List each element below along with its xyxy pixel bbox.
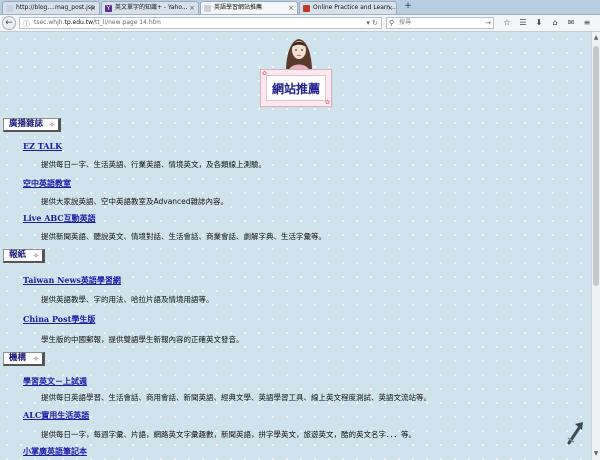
tab-bar: http://blog....mag_post.jsp × Y 英文單字的知識+… xyxy=(0,0,600,15)
new-tab-button[interactable]: + xyxy=(402,0,414,13)
sparkle-icon: ✧ xyxy=(33,354,39,363)
section-label-radio-magazine: 廣播雜誌 ✧ xyxy=(3,118,61,132)
tab-label: Online Practice and Learn... xyxy=(313,4,396,11)
browser-tab-3[interactable]: 英語學習網站推薦 × xyxy=(200,1,298,14)
site-description: 提供每日一字，每週字彙、片語，網路英文字彙趣數，新聞英語，拼字學英文，旅遊英文，… xyxy=(41,430,416,439)
link-taiwan-news[interactable]: Taiwan News英語學習網 xyxy=(23,275,121,286)
sparkle-icon: ✧ xyxy=(33,251,39,260)
browser-tab-2[interactable]: Y 英文單字的知識+ - Yaho... × xyxy=(101,1,199,14)
browser-tab-1[interactable]: http://blog....mag_post.jsp × xyxy=(2,1,100,14)
link-ez-talk[interactable]: EZ TALK xyxy=(23,141,62,151)
url-bar[interactable]: ⓘ tsec.whjh.tp.edu.tw/tt_li/new page 14.… xyxy=(19,17,382,29)
site-description: 提供每日一字、生活英語、行業英語、情境英文，及各類線上測驗。 xyxy=(41,160,266,169)
url-path: /tt_li/new page 14.htm xyxy=(93,19,161,26)
scroll-to-top-icon[interactable] xyxy=(566,420,586,446)
sparkle-icon: ✧ xyxy=(49,120,55,129)
yahoo-icon: Y xyxy=(105,5,112,12)
close-tab-icon[interactable]: × xyxy=(288,2,294,14)
site-description: 提供大家說英語、空中英語教室及Advanced雜誌內容。 xyxy=(41,197,229,206)
tab-label: http://blog....mag_post.jsp xyxy=(16,4,95,11)
site-description: 提供每日英語學習、生活會話、商用會話、新聞英語、經典文學、英語學習工具、線上英文… xyxy=(41,393,431,402)
link-china-post[interactable]: China Post學生版 xyxy=(23,314,95,325)
tab-label: 英語學習網站推薦 xyxy=(214,4,263,11)
search-go-icon[interactable]: → xyxy=(485,18,491,28)
close-tab-icon[interactable]: × xyxy=(90,2,96,14)
scroll-up-icon[interactable]: ▲ xyxy=(592,34,600,42)
reading-list-icon[interactable]: ☰ xyxy=(518,18,528,28)
tab-label: 英文單字的知識+ - Yaho... xyxy=(115,4,188,11)
url-host: tp.edu.tw xyxy=(64,19,94,26)
chat-icon[interactable]: ✉ xyxy=(566,18,576,28)
girl-illustration xyxy=(286,39,312,72)
link-studio-classroom[interactable]: 空中英語教室 xyxy=(23,178,71,189)
back-button[interactable]: ← xyxy=(2,16,16,30)
cambridge-icon xyxy=(303,5,310,12)
info-icon: ⓘ xyxy=(23,20,30,28)
site-description: 提供英語教學、字的用法、哈拉片語及情境用語等。 xyxy=(41,295,214,304)
link-live-abc[interactable]: Live ABC互動英語 xyxy=(23,213,96,224)
nav-bar: ← ⓘ tsec.whjh.tp.edu.tw/tt_li/new page 1… xyxy=(0,15,600,32)
close-tab-icon[interactable]: × xyxy=(189,2,195,14)
link-learn-english[interactable]: 學習英文－上試週 xyxy=(23,376,87,387)
search-placeholder: 搜尋 xyxy=(399,19,412,26)
link-alc[interactable]: ALC實用生活英語 xyxy=(23,410,89,421)
page-icon xyxy=(6,5,13,12)
vertical-scrollbar[interactable]: ▲ ▼ xyxy=(591,32,600,460)
search-icon: ⚲ xyxy=(389,19,395,27)
page-viewport: ✿ ✿ 網站推薦 廣播雜誌 ✧ EZ TALK 提供每日一字、生活英語、行業英語… xyxy=(0,32,591,460)
menu-icon[interactable]: ≡ xyxy=(582,18,592,28)
scroll-down-icon[interactable]: ▼ xyxy=(592,450,600,458)
url-controls[interactable]: ▾ ↻ xyxy=(366,18,378,28)
page-title-card: ✿ ✿ 網站推薦 xyxy=(260,69,332,107)
bookmark-star-icon[interactable]: ☆ xyxy=(502,18,512,28)
link-english-notebook[interactable]: 小掌廣英語筆記本 xyxy=(23,446,87,457)
close-tab-icon[interactable]: × xyxy=(387,2,393,14)
search-input[interactable]: ⚲ 搜尋 → xyxy=(386,17,494,29)
site-description: 提供新聞英語、聽說英文、情境對話、生活會話、商業會話、劇解字典、生活字彙等。 xyxy=(41,232,326,241)
section-label-organization: 機構 ✧ xyxy=(3,352,45,366)
back-arrow-icon: ← xyxy=(5,18,13,28)
browser-tab-4[interactable]: Online Practice and Learn... × xyxy=(299,1,397,14)
page-title: 網站推薦 xyxy=(266,75,326,101)
scrollbar-thumb[interactable] xyxy=(593,46,599,286)
section-label-newspaper: 報紙 ✧ xyxy=(3,249,45,263)
site-description: 學生版的中國郵報，提供雙語學生新報內容的正確英文發音。 xyxy=(41,335,244,344)
download-icon[interactable]: ⬇ xyxy=(534,18,544,28)
url-prefix: tsec.whjh. xyxy=(34,19,65,26)
page-icon xyxy=(204,5,211,12)
home-icon[interactable]: ⌂ xyxy=(550,18,560,28)
